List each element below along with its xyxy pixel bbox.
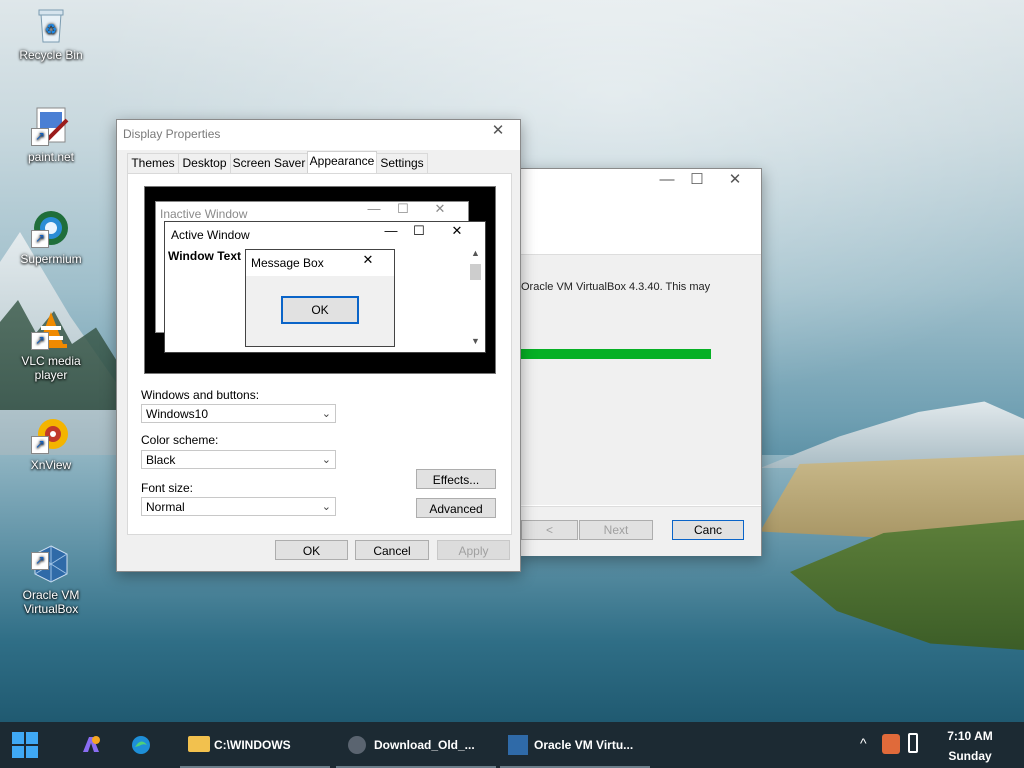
font-size-select[interactable]: Normal ⌄ bbox=[141, 497, 336, 516]
paint-net-icon: ↗ bbox=[31, 106, 71, 146]
color-scheme-label: Color scheme: bbox=[141, 433, 219, 447]
chevron-up-icon[interactable]: ^ bbox=[860, 735, 867, 751]
desktop-icon-vlc[interactable]: ↗ VLC media player bbox=[6, 310, 96, 382]
back-button[interactable]: < bbox=[521, 520, 578, 540]
appearance-preview: Inactive Window — ☐ ✕ Active Window — ☐ … bbox=[144, 186, 496, 374]
scroll-up-icon: ▲ bbox=[471, 248, 480, 258]
chevron-down-icon: ⌄ bbox=[321, 454, 331, 466]
shortcut-arrow-icon: ↗ bbox=[31, 552, 49, 570]
recycle-bin-icon: ♻ bbox=[31, 4, 71, 44]
edge-icon[interactable] bbox=[130, 734, 152, 756]
windows-buttons-value: Windows10 bbox=[146, 407, 209, 421]
copilot-icon[interactable] bbox=[80, 734, 102, 756]
scrollbar: ▲ ▼ bbox=[468, 248, 483, 346]
chevron-down-icon: ⌄ bbox=[321, 501, 331, 513]
close-icon: ✕ bbox=[434, 201, 446, 216]
next-button[interactable]: Next bbox=[579, 520, 653, 540]
desktop-icon-label: paint.net bbox=[27, 150, 75, 164]
taskbar-explorer-label: C:\WINDOWS bbox=[214, 738, 291, 752]
cancel-button[interactable]: Canc bbox=[672, 520, 744, 540]
taskbar-download-label: Download_Old_... bbox=[374, 738, 475, 752]
clock[interactable]: 7:10 AM Sunday bbox=[940, 726, 1000, 766]
effects-button[interactable]: Effects... bbox=[416, 469, 496, 489]
close-icon[interactable]: ✕ bbox=[721, 169, 749, 191]
close-icon[interactable]: ✕ bbox=[484, 120, 512, 142]
shortcut-arrow-icon: ↗ bbox=[31, 332, 49, 350]
desktop-icon-label: Oracle VM VirtualBox bbox=[22, 588, 80, 616]
install-progress-bar bbox=[521, 349, 711, 359]
taskbar-download[interactable]: Download_Old_... bbox=[336, 722, 496, 768]
window-header: — ☐ ✕ bbox=[519, 169, 761, 255]
message-box-title: Message Box bbox=[251, 256, 324, 270]
tab-appearance[interactable]: Appearance bbox=[307, 151, 377, 174]
display-properties-window: Display Properties ✕ Themes Desktop Scre… bbox=[116, 119, 521, 572]
supermium-icon: ↗ bbox=[31, 208, 71, 248]
chevron-down-icon: ⌄ bbox=[321, 408, 331, 420]
shortcut-arrow-icon: ↗ bbox=[31, 436, 49, 454]
minimize-icon[interactable]: — bbox=[653, 169, 681, 191]
desktop-icon-supermium[interactable]: ↗ Supermium bbox=[6, 208, 96, 266]
cancel-button[interactable]: Cancel bbox=[355, 540, 429, 560]
desktop-icon-label: VLC media player bbox=[21, 354, 81, 382]
font-size-label: Font size: bbox=[141, 481, 194, 495]
window-text-sample: Window Text bbox=[168, 249, 241, 263]
scrollbar-thumb bbox=[470, 264, 481, 280]
scroll-down-icon: ▼ bbox=[471, 336, 480, 346]
minimize-icon: — bbox=[367, 201, 381, 216]
color-scheme-select[interactable]: Black ⌄ bbox=[141, 450, 336, 469]
ok-button[interactable]: OK bbox=[275, 540, 348, 560]
inactive-window-title: Inactive Window bbox=[160, 207, 248, 221]
advanced-button[interactable]: Advanced bbox=[416, 498, 496, 518]
color-scheme-value: Black bbox=[146, 453, 176, 467]
taskbar-virtualbox[interactable]: Oracle VM Virtu... bbox=[500, 722, 650, 768]
desktop-icon-label: Recycle Bin bbox=[19, 48, 83, 62]
start-icon[interactable] bbox=[12, 732, 38, 758]
title-bar: Display Properties ✕ bbox=[117, 120, 520, 150]
clock-time: 7:10 AM bbox=[947, 729, 993, 743]
maximize-icon: ☐ bbox=[413, 223, 425, 238]
preview-ok-button: OK bbox=[281, 296, 359, 324]
message-box-preview: Message Box ✕ OK bbox=[245, 249, 395, 347]
virtualbox-icon: ↗ bbox=[31, 530, 71, 583]
folder-icon bbox=[188, 736, 210, 752]
active-window-preview: Active Window — ☐ ✕ Window Text ▲ ▼ Mess… bbox=[164, 221, 486, 353]
tab-screen-saver[interactable]: Screen Saver bbox=[230, 153, 308, 173]
desktop-icon-recycle-bin[interactable]: ♻ Recycle Bin bbox=[6, 4, 96, 62]
xnview-icon: ↗ bbox=[31, 414, 71, 454]
taskbar-explorer[interactable]: C:\WINDOWS bbox=[180, 722, 330, 768]
install-message: Oracle VM VirtualBox 4.3.40. This may bbox=[521, 281, 711, 293]
usb-icon[interactable] bbox=[908, 733, 918, 753]
windows-buttons-label: Windows and buttons: bbox=[141, 388, 260, 402]
desktop-icon-paint-net[interactable]: ↗ paint.net bbox=[6, 106, 96, 164]
security-shield-icon[interactable] bbox=[882, 734, 900, 754]
desktop-icon-xnview[interactable]: ↗ XnView bbox=[6, 414, 96, 472]
virtualbox-setup-window: — ☐ ✕ Oracle VM VirtualBox 4.3.40. This … bbox=[518, 168, 762, 556]
maximize-icon[interactable]: ☐ bbox=[683, 169, 711, 191]
shortcut-arrow-icon: ↗ bbox=[31, 230, 49, 248]
clock-day: Sunday bbox=[948, 749, 992, 763]
window-title: Display Properties bbox=[123, 127, 221, 141]
app-icon bbox=[348, 736, 366, 754]
tab-desktop[interactable]: Desktop bbox=[178, 153, 231, 173]
maximize-icon: ☐ bbox=[397, 201, 409, 216]
appearance-panel: Inactive Window — ☐ ✕ Active Window — ☐ … bbox=[127, 173, 512, 535]
font-size-value: Normal bbox=[146, 500, 185, 514]
close-icon: ✕ bbox=[451, 223, 463, 238]
desktop-icon-label: Supermium bbox=[20, 252, 82, 266]
active-window-title: Active Window bbox=[171, 228, 250, 242]
tab-themes[interactable]: Themes bbox=[127, 153, 179, 173]
apply-button[interactable]: Apply bbox=[437, 540, 510, 560]
windows-buttons-select[interactable]: Windows10 ⌄ bbox=[141, 404, 336, 423]
minimize-icon: — bbox=[384, 223, 398, 238]
shortcut-arrow-icon: ↗ bbox=[31, 128, 49, 146]
taskbar: C:\WINDOWS Download_Old_... Oracle VM Vi… bbox=[0, 722, 1024, 768]
taskbar-virtualbox-label: Oracle VM Virtu... bbox=[534, 738, 634, 752]
svg-text:♻: ♻ bbox=[45, 21, 58, 37]
virtualbox-icon bbox=[508, 735, 528, 755]
desktop-icon-virtualbox[interactable]: ↗ Oracle VM VirtualBox bbox=[6, 516, 96, 630]
tab-settings[interactable]: Settings bbox=[376, 153, 428, 173]
desktop-icon-label: XnView bbox=[30, 458, 72, 472]
vlc-cone-icon: ↗ bbox=[31, 310, 71, 350]
close-icon: ✕ bbox=[362, 252, 374, 267]
